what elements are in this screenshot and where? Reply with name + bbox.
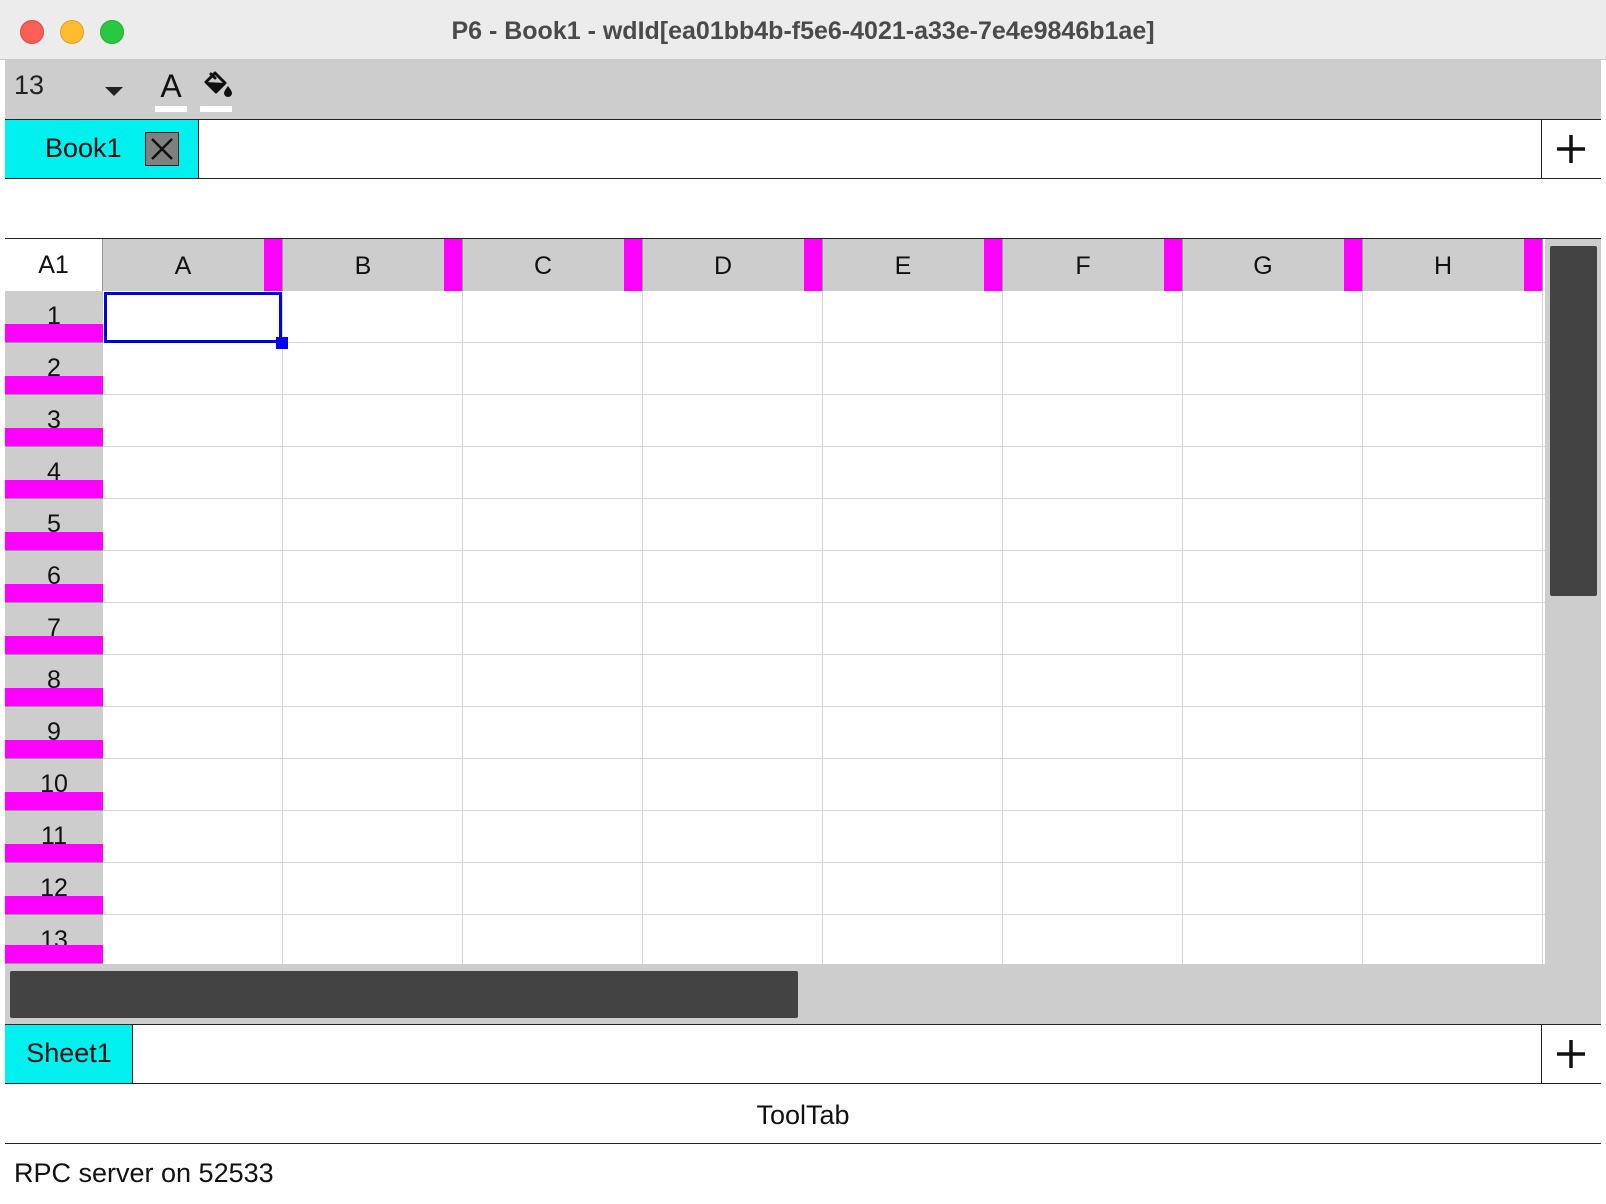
- fill-color-icon[interactable]: [200, 68, 232, 112]
- row-header[interactable]: 10: [5, 759, 103, 811]
- row-resize-handle[interactable]: [5, 428, 103, 446]
- row-resize-handle[interactable]: [5, 532, 103, 550]
- row-resize-handle[interactable]: [5, 688, 103, 706]
- book-tab-label: Book1: [45, 133, 122, 163]
- tool-tab[interactable]: ToolTab: [5, 1084, 1601, 1144]
- column-resize-handle[interactable]: [444, 239, 462, 291]
- column-resize-handle[interactable]: [1344, 239, 1362, 291]
- column-label: B: [354, 252, 372, 280]
- row-header[interactable]: 6: [5, 551, 103, 603]
- row-header[interactable]: 2: [5, 343, 103, 395]
- column-resize-handle[interactable]: [264, 239, 282, 291]
- column-label: A: [174, 252, 192, 280]
- column-label: H: [1433, 252, 1453, 280]
- column-label: D: [713, 252, 733, 280]
- sheet-tab[interactable]: Sheet1: [5, 1025, 133, 1083]
- plus-icon: [1557, 1040, 1585, 1068]
- app-window: P6 - Book1 - wdId[ea01bb4b-f5e6-4021-a33…: [0, 0, 1606, 1204]
- formula-bar[interactable]: [5, 179, 1601, 239]
- column-header[interactable]: G: [1183, 239, 1363, 291]
- column-label: E: [894, 252, 912, 280]
- text-color-swatch: [155, 106, 187, 112]
- column-resize-handle[interactable]: [804, 239, 822, 291]
- column-resize-handle[interactable]: [1164, 239, 1182, 291]
- add-sheet-button[interactable]: [1541, 1025, 1601, 1083]
- column-resize-handle[interactable]: [984, 239, 1002, 291]
- row-resize-handle[interactable]: [5, 945, 103, 963]
- book-tab-bar: Book1: [5, 119, 1601, 179]
- sheet-tab-bar: Sheet1: [5, 1024, 1601, 1084]
- row-resize-handle[interactable]: [5, 480, 103, 498]
- column-header[interactable]: D: [643, 239, 823, 291]
- column-header[interactable]: H: [1363, 239, 1543, 291]
- row-resize-handle[interactable]: [5, 636, 103, 654]
- row-resize-handle[interactable]: [5, 844, 103, 862]
- column-resize-handle[interactable]: [624, 239, 642, 291]
- row-header[interactable]: 13: [5, 915, 103, 964]
- fill-color-swatch: [200, 106, 232, 112]
- row-header[interactable]: 1: [5, 291, 103, 343]
- row-header[interactable]: 9: [5, 707, 103, 759]
- horizontal-scroll-thumb[interactable]: [10, 971, 798, 1018]
- row-resize-handle[interactable]: [5, 324, 103, 342]
- column-label: C: [533, 252, 553, 280]
- window-title: P6 - Book1 - wdId[ea01bb4b-f5e6-4021-a33…: [451, 17, 1155, 45]
- plus-icon: [1557, 135, 1585, 163]
- vertical-scroll-thumb[interactable]: [1550, 246, 1597, 596]
- row-header[interactable]: 3: [5, 395, 103, 447]
- row-resize-handle[interactable]: [5, 584, 103, 602]
- chevron-down-icon[interactable]: [105, 87, 123, 96]
- column-header[interactable]: C: [463, 239, 643, 291]
- add-book-button[interactable]: [1541, 120, 1601, 178]
- row-header[interactable]: 11: [5, 811, 103, 863]
- title-bar: P6 - Book1 - wdId[ea01bb4b-f5e6-4021-a33…: [0, 0, 1606, 60]
- row-header[interactable]: 4: [5, 447, 103, 499]
- sheet-tab-label: Sheet1: [26, 1038, 112, 1068]
- paint-bucket-icon: [204, 71, 232, 97]
- cell-grid[interactable]: [103, 291, 1545, 964]
- row-resize-handle[interactable]: [5, 740, 103, 758]
- column-resize-handle[interactable]: [1524, 239, 1542, 291]
- column-header[interactable]: A: [103, 239, 283, 291]
- column-label: F: [1075, 252, 1091, 280]
- column-header[interactable]: E: [823, 239, 1003, 291]
- close-tab-button[interactable]: [145, 132, 179, 166]
- row-header[interactable]: 7: [5, 603, 103, 655]
- text-color-icon[interactable]: A: [155, 68, 187, 112]
- column-header[interactable]: B: [283, 239, 463, 291]
- toolbar: 13 A: [5, 60, 1601, 119]
- close-icon: [151, 138, 173, 160]
- fill-handle[interactable]: [276, 337, 288, 349]
- status-bar: RPC server on 52533: [5, 1144, 1601, 1204]
- column-header[interactable]: F: [1003, 239, 1183, 291]
- column-label: G: [1253, 252, 1273, 280]
- status-text: RPC server on 52533: [14, 1158, 274, 1188]
- selected-cell-a1[interactable]: [104, 292, 282, 343]
- book-tab[interactable]: Book1: [5, 120, 199, 178]
- row-header[interactable]: 8: [5, 655, 103, 707]
- row-header[interactable]: 12: [5, 863, 103, 915]
- row-header[interactable]: 5: [5, 499, 103, 551]
- row-resize-handle[interactable]: [5, 792, 103, 810]
- font-size-select[interactable]: 13: [14, 70, 44, 101]
- row-resize-handle[interactable]: [5, 896, 103, 914]
- name-box[interactable]: A1: [5, 239, 103, 291]
- row-resize-handle[interactable]: [5, 376, 103, 394]
